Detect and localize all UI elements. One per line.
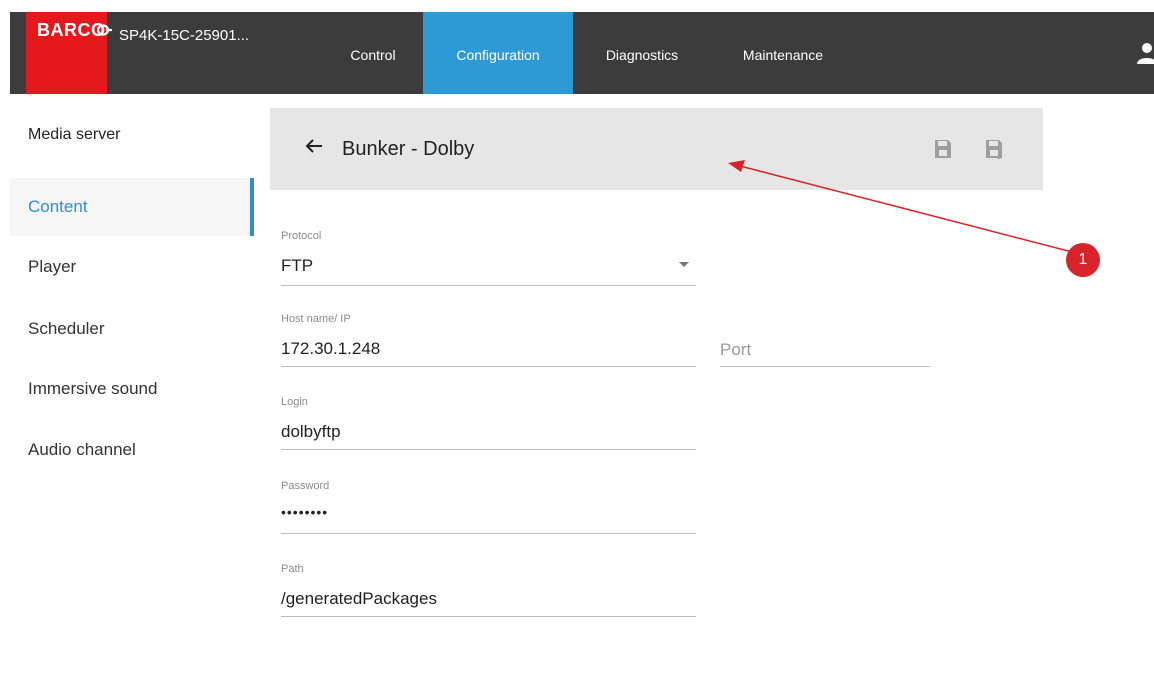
page-header: Bunker - Dolby [270,108,1043,190]
password-value: •••••••• [281,504,329,520]
save-as-icon[interactable] [984,138,1004,160]
logo-text: BARCO [37,20,106,40]
sidebar-item-immersive-sound[interactable]: Immersive sound [10,360,254,418]
sidebar-active-indicator [250,178,254,236]
sidebar-item-label: Player [28,257,77,276]
protocol-value: FTP [281,256,314,275]
logo-mark-icon [97,24,112,36]
barco-logo: BARCO [26,12,112,94]
sidebar-item-label: Content [28,197,88,216]
tab-configuration[interactable]: Configuration [423,12,573,94]
password-underline [281,533,696,534]
login-label: Login [281,396,308,408]
sidebar-item-content[interactable]: Content [10,178,254,236]
password-input[interactable]: Password •••••••• [281,480,696,536]
login-underline [281,449,696,450]
save-icon[interactable] [933,138,953,160]
host-value: 172.30.1.248 [281,339,381,358]
login-input[interactable]: Login dolbyftp [281,396,696,452]
login-value: dolbyftp [281,422,341,441]
host-input[interactable]: Host name/ IP 172.30.1.248 [281,313,696,369]
sidebar-item-label: Scheduler [28,319,105,338]
port-input[interactable]: Port [720,335,930,369]
host-label: Host name/ IP [281,313,351,325]
path-value: /generatedPackages [281,589,437,608]
tab-diagnostics[interactable]: Diagnostics [582,12,702,94]
callout-badge: 1 [1066,243,1100,277]
path-input[interactable]: Path /generatedPackages [281,563,696,619]
sidebar-item-label: Immersive sound [28,379,158,398]
chevron-down-icon [679,262,689,267]
path-label: Path [281,563,304,575]
host-underline [281,366,696,367]
sidebar-title: Media server [28,126,121,143]
protocol-underline [281,285,696,286]
back-arrow-icon[interactable] [302,134,326,164]
protocol-label: Protocol [281,230,322,242]
port-underline [720,366,930,367]
sidebar-item-label: Audio channel [28,440,136,459]
port-placeholder: Port [720,340,752,359]
device-name[interactable]: SP4K-15C-25901... [119,27,249,44]
sidebar-item-player[interactable]: Player [10,238,254,296]
protocol-select[interactable]: Protocol FTP [281,230,696,288]
password-label: Password [281,480,330,492]
user-icon[interactable] [1134,40,1154,66]
path-underline [281,616,696,617]
tab-control[interactable]: Control [333,12,413,94]
sidebar-item-audio-channel[interactable]: Audio channel [10,421,254,479]
page-title: Bunker - Dolby [342,138,475,160]
tab-maintenance[interactable]: Maintenance [718,12,848,94]
sidebar-item-scheduler[interactable]: Scheduler [10,300,254,358]
